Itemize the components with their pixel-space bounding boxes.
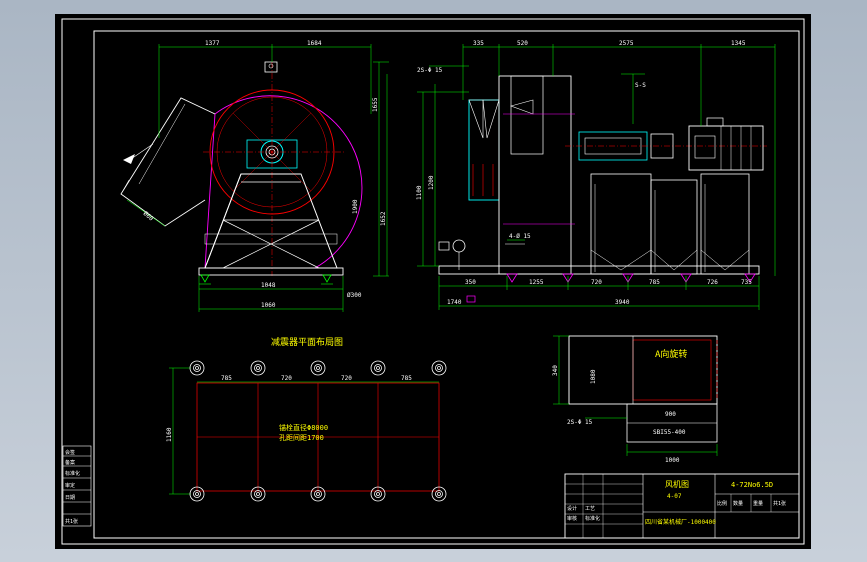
dim-text: 3940	[615, 299, 630, 306]
lifting-lug	[264, 61, 278, 73]
dim-text: 1684	[307, 40, 322, 47]
outlet-view: A向旋转 900 SBI55-400 340 1080 1000 2S-Φ 15	[552, 335, 718, 464]
left-strip-item: 审定	[65, 482, 75, 489]
title-block: 设计 审核 工艺 标准化 比例 数量 重量 共1张 风机图 4-07 4-72N…	[564, 473, 800, 539]
dim-text: Ø300	[347, 292, 362, 299]
cad-canvas: 会签 备案 标准化 审定 日期 共1张 1377 1684 1655 1900 …	[61, 18, 805, 545]
left-strip-item: 备案	[65, 459, 75, 466]
callout-text: 2S-Φ 15	[567, 419, 593, 426]
outlet-flange-inner	[632, 339, 712, 401]
plan-note: 锚栓直径Φ8000	[279, 423, 328, 432]
callout-text: S-S	[635, 82, 646, 89]
title-block-cell: 标准化	[585, 515, 600, 522]
dim-text: 1160	[166, 427, 173, 442]
dim-text: 726	[707, 279, 718, 286]
dim-text: 1740	[447, 299, 462, 306]
title-block-cell: 比例	[717, 500, 727, 507]
dim-text: 350	[465, 279, 476, 286]
drawing-title: 风机图	[665, 479, 689, 489]
outer-border	[61, 18, 805, 545]
left-strip: 会签 备案 标准化 审定 日期 共1张	[62, 445, 92, 527]
side-view: 335 520 2575 1345 1100 1200 350 1255 720…	[416, 40, 776, 310]
plan-view: 减震器平面布局图 1160 785 720 720 785 锚栓直径Φ8000	[166, 336, 447, 502]
side-base	[438, 265, 760, 275]
dim-text: 1080	[590, 369, 597, 384]
damper-valve	[452, 239, 466, 253]
plan-title: 减震器平面布局图	[271, 336, 343, 348]
support-frame	[650, 179, 698, 275]
dim-text: 1200	[428, 175, 435, 190]
dim-text: 735	[741, 279, 752, 286]
cad-window: 会签 备案 标准化 审定 日期 共1张 1377 1684 1655 1900 …	[0, 0, 867, 562]
motor	[688, 125, 764, 171]
dim-text: 1048	[261, 282, 276, 289]
dim-text: 785	[221, 375, 232, 382]
support-frame	[700, 173, 750, 275]
outlet-duct	[120, 97, 216, 227]
outlet-title: A向旋转	[655, 348, 687, 360]
isolator-row	[189, 360, 447, 376]
dim-text: 785	[649, 279, 660, 286]
dim-text: 1377	[205, 40, 220, 47]
dim-text: 1345	[731, 40, 746, 47]
dim-text: 1900	[352, 199, 359, 214]
drawing-model: 4-72No6.5D	[731, 481, 773, 489]
dim-text: 1060	[261, 302, 276, 309]
dim-text: 1000	[665, 457, 680, 464]
dim-text: 2575	[619, 40, 634, 47]
front-base	[198, 267, 344, 276]
left-strip-item: 日期	[65, 495, 75, 501]
title-block-cell: 工艺	[585, 506, 595, 512]
left-strip-item: 会签	[65, 449, 75, 456]
drawing-footer: 四川省某机械厂-1000400	[645, 518, 716, 526]
left-strip-item: 标准化	[65, 470, 80, 477]
plan-note: 孔距间距1700	[279, 434, 324, 442]
title-block-cell: 重量	[753, 500, 763, 507]
dim-text: 900	[665, 411, 676, 418]
drawing-sheet: 会签 备案 标准化 审定 日期 共1张 1377 1684 1655 1900 …	[55, 14, 811, 549]
dim-text: 1100	[416, 185, 423, 200]
dim-text: 335	[473, 40, 484, 47]
front-view: 1377 1684 1655 1900 1652 Ø60 1048 1060 Ø…	[120, 40, 389, 312]
dim-text: 1255	[529, 279, 544, 286]
dim-text: Ø60	[142, 210, 155, 223]
left-strip-item: 共1张	[65, 518, 78, 525]
title-block-cell: 设计	[567, 505, 577, 512]
dim-text: 720	[341, 375, 352, 382]
callout-text: 2S-Φ 15	[417, 67, 443, 74]
dim-text: 1652	[380, 211, 387, 226]
callout-text: 4-Ø 15	[509, 233, 531, 240]
title-block-cell: 审核	[567, 515, 577, 522]
support-frame	[590, 173, 652, 275]
flow-arrow-icon	[123, 154, 135, 164]
dim-text: 520	[517, 40, 528, 47]
dim-text: 720	[281, 375, 292, 382]
title-block-cell: 共1张	[773, 500, 786, 507]
scale-note: 4-07	[667, 493, 682, 500]
dim-text: 1655	[372, 97, 379, 112]
dim-text: 785	[401, 375, 412, 382]
dim-text: SBI55-400	[653, 429, 686, 436]
dim-text: 720	[591, 279, 602, 286]
title-block-cell: 数量	[733, 500, 743, 507]
dim-text: 340	[552, 365, 559, 376]
